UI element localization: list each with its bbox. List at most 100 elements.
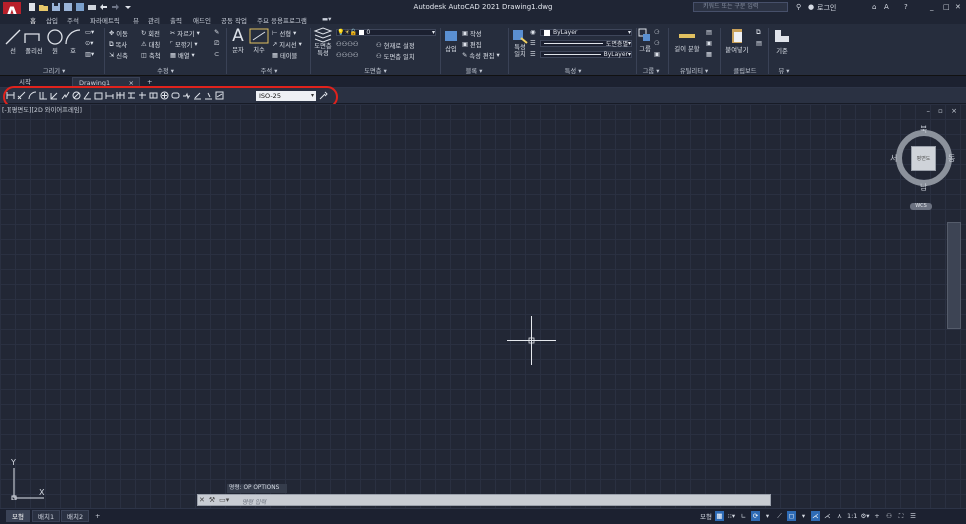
viewport-controls[interactable]: – ▫ × — [926, 107, 960, 115]
cut-icon[interactable]: ▤ — [756, 40, 762, 47]
annotation-visibility-icon[interactable]: ⋌ — [823, 511, 832, 521]
make-current-button[interactable]: ⚇ 현재로 설정 — [376, 41, 415, 50]
linetype-icon[interactable]: ☰ — [530, 40, 536, 47]
grid-icon[interactable]: ▦ — [714, 511, 724, 521]
line-button[interactable]: 선 — [4, 28, 22, 55]
a360-icon[interactable]: A — [884, 3, 889, 11]
model-space-button[interactable]: 모형 — [700, 511, 712, 521]
cart-icon[interactable]: ⌂ — [872, 3, 876, 11]
move-button[interactable]: ✥ 이동 — [109, 29, 128, 38]
help-icon[interactable]: ? — [904, 3, 908, 11]
table-button[interactable]: ▦ 테이블 — [272, 51, 297, 60]
hatch-icon[interactable]: ⊙▾ — [85, 40, 93, 47]
layer-match-button[interactable]: ⚇ 도면층 일치 — [376, 52, 415, 61]
id-point-icon[interactable]: ▦ — [706, 51, 712, 58]
linetype-dropdown[interactable]: 도면층별 ▾ — [540, 40, 632, 48]
calculator-icon[interactable]: ▤ — [706, 29, 712, 36]
paste-button[interactable]: 붙여넣기 — [724, 27, 750, 54]
linear-button[interactable]: ⊢ 선형 ▾ — [272, 29, 296, 38]
layer-dropdown[interactable]: 💡 ☀ 🔓 0 ▾ — [336, 29, 436, 36]
measure-button[interactable]: 길이 분할 — [672, 28, 702, 53]
array-button[interactable]: ▦ 배열 ▾ — [170, 51, 195, 60]
workspace-gear-icon[interactable]: ⚙▾ — [860, 511, 869, 521]
add-layout-button[interactable]: + — [90, 510, 105, 522]
circle-button[interactable]: 원 — [46, 28, 64, 55]
minimize-icon[interactable]: _ — [930, 3, 934, 11]
layer-tools-icon[interactable]: ⚇⚇⚇⚇ — [336, 41, 359, 48]
customize-command-icon[interactable]: ⚒ — [209, 496, 215, 504]
fillet-button[interactable]: ⌜ 모깎기 ▾ — [170, 40, 198, 49]
customization-menu-icon[interactable]: ☰ — [909, 511, 918, 521]
maximize-icon[interactable]: □ — [943, 3, 950, 11]
erase-icon[interactable]: ✎ — [214, 29, 219, 36]
viewport-label[interactable]: [-][평면도][2D 와이어프레임] — [2, 105, 82, 114]
copy-clip-icon[interactable]: ⧉ — [756, 29, 761, 37]
match-properties-button[interactable]: 특성 일치 — [511, 28, 529, 58]
search-input[interactable]: 키워드 또는 구문 입력 — [693, 2, 788, 12]
polyline-button[interactable]: 폴리선 — [22, 28, 46, 55]
object-snap-tracking-icon[interactable]: ⟋ — [775, 511, 784, 521]
edit-attribute-button[interactable]: ✎ 속성 편집 ▾ — [462, 51, 500, 60]
login-button[interactable]: 로그인 — [817, 3, 836, 13]
group-tool2-icon[interactable]: ⚆ — [654, 40, 660, 47]
dimension-button[interactable]: 치수 — [249, 27, 269, 54]
annotation-scale-icon[interactable]: ⋌ — [810, 511, 820, 521]
select-icon[interactable]: ▣ — [706, 40, 712, 47]
close-command-icon[interactable]: ✕ — [199, 496, 205, 504]
auto-scale-icon[interactable]: ⋏ — [835, 511, 844, 521]
isodraft-icon[interactable]: ▾ — [763, 511, 772, 521]
base-view-button[interactable]: 기준 — [771, 28, 793, 55]
command-input[interactable]: 명령 입력 — [242, 497, 266, 506]
tab-layout1[interactable]: 배치1 — [32, 510, 61, 522]
compass-south[interactable]: 남 — [920, 182, 927, 193]
stretch-button[interactable]: ⇲ 신축 — [109, 51, 128, 60]
block-create-button[interactable]: ▣ 작성 — [462, 29, 482, 38]
leader-button[interactable]: ↗ 지시선 ▾ — [272, 40, 302, 49]
scale-button[interactable]: ◫ 축척 — [141, 51, 161, 60]
explode-icon[interactable]: ⎚ — [214, 40, 219, 48]
object-snap-icon[interactable]: ◻ — [786, 511, 796, 521]
copy-button[interactable]: ⧉ 복사 — [109, 40, 127, 50]
gradient-icon[interactable]: ▥▾ — [85, 51, 94, 58]
object-snap-menu-icon[interactable]: ▾ — [799, 511, 808, 521]
scale-value[interactable]: 1:1 — [847, 511, 857, 521]
isolate-objects-icon[interactable]: ⚇ — [885, 511, 894, 521]
color-palette-icon[interactable]: ◉ — [530, 29, 536, 36]
color-dropdown[interactable]: ByLayer ▾ — [540, 29, 632, 36]
layer-properties-button[interactable]: 도면층 특성 — [313, 27, 333, 57]
navigation-bar[interactable] — [947, 222, 961, 329]
tab-model[interactable]: 모형 — [6, 510, 30, 522]
plus-icon[interactable]: + — [873, 511, 882, 521]
arc-button[interactable]: 호 — [64, 28, 82, 55]
layer-tools2-icon[interactable]: ⚇⚇⚇⚇ — [336, 52, 359, 59]
user-icon[interactable]: ● — [808, 3, 814, 11]
compass-east[interactable]: 동 — [948, 153, 955, 164]
offset-icon[interactable]: ⊂ — [214, 51, 219, 58]
insert-button[interactable]: 삽입 — [443, 28, 459, 53]
wcs-menu[interactable]: WCS — [910, 203, 932, 210]
text-button[interactable]: A 문자 — [230, 27, 246, 54]
ortho-icon[interactable]: ∟ — [739, 511, 748, 521]
trim-button[interactable]: ✂ 자르기 ▾ — [170, 29, 200, 38]
group-button[interactable]: 그룹 — [638, 28, 652, 53]
close-icon[interactable]: ✕ — [955, 3, 961, 11]
mirror-button[interactable]: ⚠ 대칭 — [141, 40, 160, 49]
snap-icon[interactable]: ⁝⁝▾ — [727, 511, 736, 521]
polar-icon[interactable]: ⟳ — [750, 511, 760, 521]
drawing-canvas[interactable] — [0, 104, 966, 508]
ribbon-toggle-icon[interactable]: ▬▾ — [322, 15, 331, 23]
recent-commands-icon[interactable]: ▭▾ — [219, 496, 229, 504]
rotate-button[interactable]: ↻ 회전 — [141, 29, 160, 38]
search-icon[interactable]: ⚲ — [796, 3, 801, 11]
viewcube-top-face[interactable]: 평면도 — [911, 146, 936, 171]
tab-layout2[interactable]: 배치2 — [61, 510, 90, 522]
compass-west[interactable]: 서 — [890, 153, 897, 164]
lineweight-icon[interactable]: ☰ — [530, 51, 536, 58]
rectangle-icon[interactable]: ▭▾ — [85, 29, 94, 36]
fullscreen-icon[interactable]: ⛶ — [897, 511, 906, 521]
lineweight-dropdown[interactable]: ByLayer ▾ — [540, 51, 632, 58]
group-tool1-icon[interactable]: ⚆ — [654, 29, 660, 36]
group-tool3-icon[interactable]: ▣ — [654, 51, 660, 58]
command-line[interactable] — [197, 494, 771, 506]
viewcube[interactable]: 북 남 동 서 평면도 — [890, 124, 958, 196]
